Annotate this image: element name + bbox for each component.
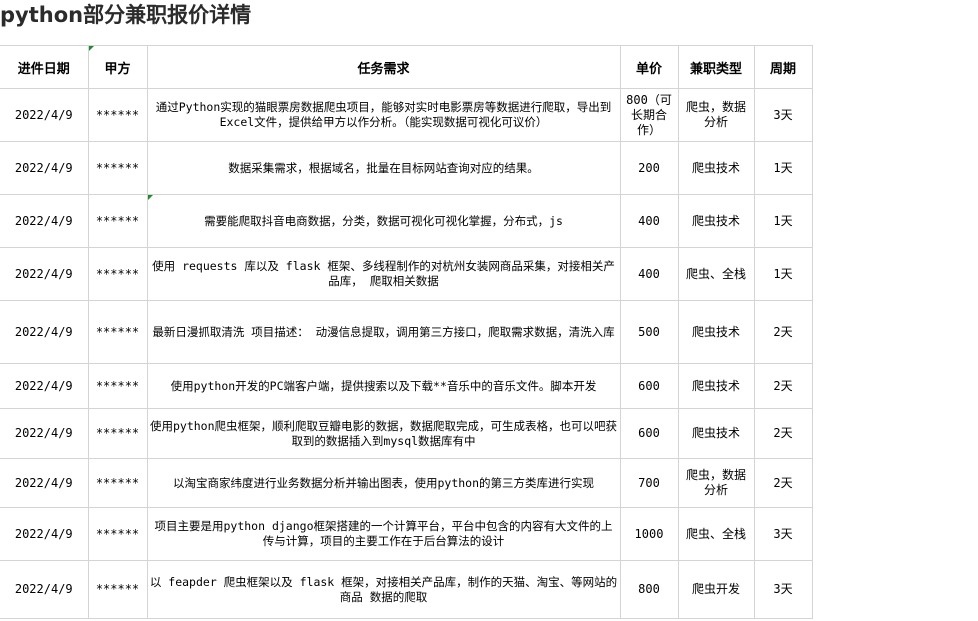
cell-period[interactable]: 1天	[753, 194, 813, 248]
cell-client[interactable]: ******	[87, 507, 148, 561]
table-row: 2022/4/9 ****** 需要能爬取抖音电商数据，分类，数据可视化可视化掌…	[0, 194, 813, 248]
cell-task[interactable]: 使用python爬虫框架，顺利爬取豆瓣电影的数据，数据爬取完成，可生成表格，也可…	[146, 408, 621, 459]
cell-type[interactable]: 爬虫，数据分析	[677, 88, 755, 142]
cell-type[interactable]: 爬虫开发	[677, 560, 755, 619]
table-row: 2022/4/9 ****** 以淘宝商家纬度进行业务数据分析并输出图表，使用p…	[0, 458, 813, 508]
cell-period[interactable]: 1天	[753, 247, 813, 301]
cell-date[interactable]: 2022/4/9	[0, 300, 89, 364]
cell-client[interactable]: ******	[87, 408, 148, 459]
cell-client[interactable]: ******	[87, 363, 148, 409]
cell-task[interactable]: 数据采集需求，根据域名，批量在目标网站查询对应的结果。	[146, 141, 621, 195]
cell-date[interactable]: 2022/4/9	[0, 408, 89, 459]
cell-type[interactable]: 爬虫技术	[677, 300, 755, 364]
cell-type[interactable]: 爬虫、全栈	[677, 507, 755, 561]
cell-client[interactable]: ******	[87, 300, 148, 364]
cell-client[interactable]: ******	[87, 247, 148, 301]
column-header-period[interactable]: 周期	[753, 45, 813, 89]
quote-table: 进件日期 甲方 任务需求 单价 兼职类型 周期 2022/4/9 ****** …	[0, 45, 813, 619]
cell-price[interactable]: 800（可长期合作）	[619, 88, 679, 142]
table-row: 2022/4/9 ****** 使用 requests 库以及 flask 框架…	[0, 247, 813, 301]
cell-price[interactable]: 500	[619, 300, 679, 364]
table-row: 2022/4/9 ****** 以 feapder 爬虫框架以及 flask 框…	[0, 560, 813, 619]
cell-period[interactable]: 2天	[753, 300, 813, 364]
comment-marker-icon	[89, 46, 94, 51]
cell-task[interactable]: 项目主要是用python django框架搭建的一个计算平台，平台中包含的内容有…	[146, 507, 621, 561]
cell-client[interactable]: ******	[87, 458, 148, 508]
cell-date[interactable]: 2022/4/9	[0, 141, 89, 195]
cell-date[interactable]: 2022/4/9	[0, 194, 89, 248]
column-header-type[interactable]: 兼职类型	[677, 45, 755, 89]
cell-type[interactable]: 爬虫、全栈	[677, 247, 755, 301]
column-header-task[interactable]: 任务需求	[146, 45, 621, 89]
table-row: 2022/4/9 ****** 使用python爬虫框架，顺利爬取豆瓣电影的数据…	[0, 408, 813, 459]
cell-task[interactable]: 需要能爬取抖音电商数据，分类，数据可视化可视化掌握，分布式，js	[146, 194, 621, 248]
cell-date[interactable]: 2022/4/9	[0, 88, 89, 142]
cell-type[interactable]: 爬虫技术	[677, 408, 755, 459]
cell-price[interactable]: 400	[619, 194, 679, 248]
cell-date[interactable]: 2022/4/9	[0, 458, 89, 508]
comment-marker-icon	[148, 195, 153, 200]
column-header-client[interactable]: 甲方	[87, 45, 148, 89]
cell-task[interactable]: 以淘宝商家纬度进行业务数据分析并输出图表，使用python的第三方类库进行实现	[146, 458, 621, 508]
table-row: 2022/4/9 ****** 最新日漫抓取清洗 项目描述： 动漫信息提取，调用…	[0, 300, 813, 364]
cell-date[interactable]: 2022/4/9	[0, 247, 89, 301]
cell-type[interactable]: 爬虫技术	[677, 141, 755, 195]
column-header-price[interactable]: 单价	[619, 45, 679, 89]
cell-task[interactable]: 通过Python实现的猫眼票房数据爬虫项目，能够对实时电影票房等数据进行爬取，导…	[146, 88, 621, 142]
cell-client[interactable]: ******	[87, 141, 148, 195]
table-row: 2022/4/9 ****** 项目主要是用python django框架搭建的…	[0, 507, 813, 561]
cell-price[interactable]: 700	[619, 458, 679, 508]
cell-date[interactable]: 2022/4/9	[0, 363, 89, 409]
cell-period[interactable]: 2天	[753, 408, 813, 459]
cell-type[interactable]: 爬虫，数据分析	[677, 458, 755, 508]
cell-client[interactable]: ******	[87, 88, 148, 142]
cell-task[interactable]: 使用python开发的PC端客户端，提供搜索以及下载**音乐中的音乐文件。脚本开…	[146, 363, 621, 409]
cell-date[interactable]: 2022/4/9	[0, 507, 89, 561]
cell-type[interactable]: 爬虫技术	[677, 194, 755, 248]
page-title: python部分兼职报价详情	[0, 3, 252, 27]
cell-period[interactable]: 3天	[753, 88, 813, 142]
cell-task[interactable]: 使用 requests 库以及 flask 框架、多线程制作的对杭州女装网商品采…	[146, 247, 621, 301]
cell-type[interactable]: 爬虫技术	[677, 363, 755, 409]
cell-price[interactable]: 600	[619, 408, 679, 459]
cell-date[interactable]: 2022/4/9	[0, 560, 89, 619]
cell-price[interactable]: 1000	[619, 507, 679, 561]
cell-client[interactable]: ******	[87, 194, 148, 248]
cell-price[interactable]: 800	[619, 560, 679, 619]
cell-price[interactable]: 400	[619, 247, 679, 301]
table-row: 2022/4/9 ****** 使用python开发的PC端客户端，提供搜索以及…	[0, 363, 813, 409]
cell-period[interactable]: 1天	[753, 141, 813, 195]
cell-period[interactable]: 2天	[753, 363, 813, 409]
table-row: 2022/4/9 ****** 通过Python实现的猫眼票房数据爬虫项目，能够…	[0, 88, 813, 142]
cell-period[interactable]: 3天	[753, 507, 813, 561]
cell-task[interactable]: 以 feapder 爬虫框架以及 flask 框架，对接相关产品库，制作的天猫、…	[146, 560, 621, 619]
table-row: 2022/4/9 ****** 数据采集需求，根据域名，批量在目标网站查询对应的…	[0, 141, 813, 195]
cell-task[interactable]: 最新日漫抓取清洗 项目描述： 动漫信息提取，调用第三方接口，爬取需求数据，清洗入…	[146, 300, 621, 364]
cell-period[interactable]: 2天	[753, 458, 813, 508]
header-row: 进件日期 甲方 任务需求 单价 兼职类型 周期	[0, 45, 813, 89]
cell-price[interactable]: 200	[619, 141, 679, 195]
cell-price[interactable]: 600	[619, 363, 679, 409]
cell-period[interactable]: 3天	[753, 560, 813, 619]
column-header-date[interactable]: 进件日期	[0, 45, 89, 89]
cell-client[interactable]: ******	[87, 560, 148, 619]
